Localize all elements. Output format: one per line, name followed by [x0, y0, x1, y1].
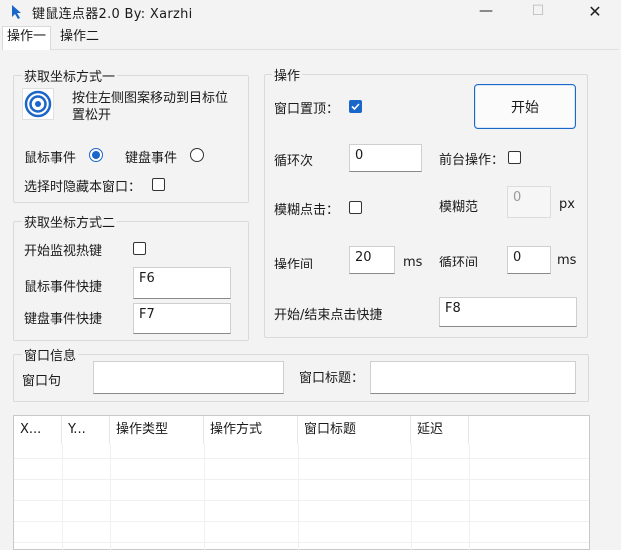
start-button[interactable]: 开始	[474, 84, 576, 129]
window-handle-input[interactable]	[93, 361, 284, 394]
column-divider	[469, 444, 470, 550]
operations-table[interactable]: X... Y... 操作类型 操作方式 窗口标题 延迟	[13, 415, 590, 550]
tab-operation-2[interactable]: 操作二	[56, 27, 103, 49]
fuzzy-range-unit: px	[559, 197, 575, 212]
title-bar: 键鼠连点器2.0 By: Xarzhi — ☐ ✕	[0, 0, 621, 26]
fuzzy-click-label: 模糊点击：	[274, 203, 340, 218]
fuzzy-range-input[interactable]: 0	[507, 186, 551, 218]
mouse-shortcut-input[interactable]: F6	[133, 267, 231, 299]
keyboard-shortcut-label: 键盘事件快捷	[24, 312, 103, 327]
window-title-input[interactable]	[370, 361, 576, 394]
window-info-title: 窗口信息	[22, 345, 79, 364]
loop-interval-input[interactable]: 0	[507, 246, 551, 274]
mouse-shortcut-label: 鼠标事件快捷	[24, 280, 103, 295]
column-header-op-method[interactable]: 操作方式	[204, 416, 298, 444]
start-stop-shortcut-label: 开始/结束点击快捷	[274, 308, 383, 323]
operation-title: 操作	[272, 65, 303, 84]
loop-count-label: 循环次	[274, 154, 314, 169]
tab-operation-1[interactable]: 操作一	[2, 26, 52, 50]
window-title: 键鼠连点器2.0 By: Xarzhi	[32, 7, 193, 22]
drag-instruction: 按住左侧图案移动到目标位置松开	[72, 91, 229, 123]
keyboard-event-radio[interactable]	[190, 148, 204, 162]
start-hotkey-label: 开始监视热键	[24, 244, 103, 259]
foreground-label: 前台操作：	[439, 153, 505, 168]
mouse-event-label: 鼠标事件	[24, 151, 77, 166]
cursor-icon	[12, 5, 21, 19]
fuzzy-click-checkbox[interactable]	[349, 201, 362, 214]
table-row	[14, 500, 589, 521]
minimize-button[interactable]: —	[462, 0, 510, 22]
interval-input[interactable]: 20	[349, 246, 395, 274]
topmost-checkbox[interactable]	[349, 100, 362, 113]
fuzzy-range-label: 模糊范	[439, 200, 479, 215]
keyboard-event-label: 键盘事件	[125, 151, 178, 166]
column-header-y[interactable]: Y...	[62, 416, 110, 444]
table-row	[14, 458, 589, 479]
window-title-label: 窗口标题：	[299, 371, 365, 386]
close-button[interactable]: ✕	[571, 0, 619, 22]
column-divider	[298, 444, 299, 550]
maximize-button[interactable]: ☐	[514, 0, 562, 22]
start-hotkey-checkbox[interactable]	[133, 242, 146, 255]
loop-interval-unit: ms	[557, 253, 577, 268]
loop-count-input[interactable]: 0	[349, 144, 422, 172]
column-header-window-title[interactable]: 窗口标题	[298, 416, 411, 444]
hide-window-label: 选择时隐藏本窗口：	[24, 180, 142, 195]
column-divider	[62, 444, 63, 550]
column-header-x[interactable]: X...	[14, 416, 62, 444]
column-divider	[411, 444, 412, 550]
interval-label: 操作间	[274, 258, 314, 269]
foreground-checkbox[interactable]	[508, 151, 521, 164]
column-divider	[204, 444, 205, 550]
column-header-delay[interactable]: 延迟	[411, 416, 469, 444]
interval-unit: ms	[403, 255, 423, 270]
coord-method-1-title: 获取坐标方式一	[22, 66, 118, 85]
topmost-label: 窗口置顶：	[274, 102, 340, 117]
table-row	[14, 479, 589, 500]
keyboard-shortcut-input[interactable]: F7	[133, 303, 231, 334]
column-divider	[110, 444, 111, 550]
start-stop-shortcut-input[interactable]: F8	[439, 297, 577, 327]
loop-interval-label: 循环间	[439, 256, 479, 267]
coord-method-2-title: 获取坐标方式二	[22, 212, 118, 231]
checkmark-icon	[351, 103, 360, 111]
window-handle-label: 窗口句	[22, 374, 62, 389]
table-row	[14, 521, 589, 542]
mouse-event-radio[interactable]	[89, 148, 103, 162]
column-header-op-type[interactable]: 操作类型	[110, 416, 204, 444]
hide-window-checkbox[interactable]	[152, 178, 165, 191]
table-header: X... Y... 操作类型 操作方式 窗口标题 延迟	[14, 416, 589, 444]
table-row	[14, 542, 589, 550]
target-icon[interactable]	[22, 88, 54, 120]
